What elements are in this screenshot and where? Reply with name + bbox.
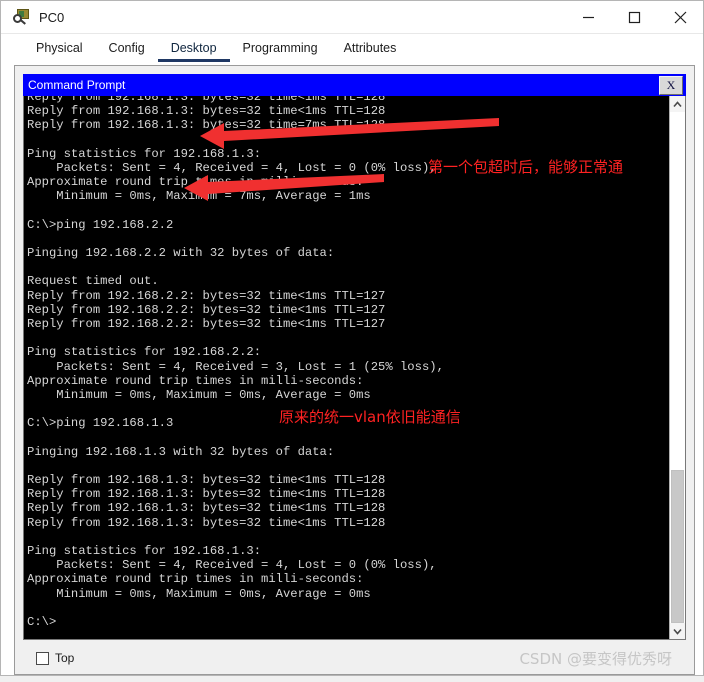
top-checkbox-label: Top — [55, 651, 75, 665]
tab-desktop[interactable]: Desktop — [157, 41, 230, 62]
terminal-line: C:\> — [27, 614, 57, 629]
scroll-down-icon[interactable] — [670, 623, 685, 639]
terminal-line: Reply from 192.168.2.2: bytes=32 time<1m… — [27, 288, 386, 303]
terminal-line: Minimum = 0ms, Maximum = 7ms, Average = … — [27, 189, 371, 204]
terminal-line: Reply from 192.168.2.2: bytes=32 time<1m… — [27, 302, 386, 317]
minimize-icon[interactable] — [565, 1, 611, 33]
command-prompt-titlebar: Command Prompt X — [23, 74, 686, 96]
packet-tracer-pc-icon — [13, 8, 31, 26]
tab-programming[interactable]: Programming — [230, 41, 331, 63]
terminal-line: Packets: Sent = 4, Received = 4, Lost = … — [27, 160, 437, 175]
terminal-line: Minimum = 0ms, Maximum = 0ms, Average = … — [27, 586, 371, 601]
terminal-line: Reply from 192.168.1.3: bytes=32 time<1m… — [27, 96, 386, 104]
screenshot-root: PC0 Physical Config Desktop Programming … — [0, 0, 704, 682]
terminal-line: Reply from 192.168.2.2: bytes=32 time<1m… — [27, 317, 386, 331]
pc0-window: PC0 Physical Config Desktop Programming … — [0, 0, 704, 676]
maximize-icon[interactable] — [611, 1, 657, 33]
terminal-line: Ping statistics for 192.168.1.3: — [27, 544, 262, 558]
tab-bar: Physical Config Desktop Programming Attr… — [1, 34, 703, 62]
tab-config[interactable]: Config — [96, 41, 158, 63]
scrollbar-thumb[interactable] — [671, 469, 684, 623]
window-title: PC0 — [39, 9, 65, 25]
terminal-line: Reply from 192.168.1.3: bytes=32 time<1m… — [27, 473, 386, 488]
terminal-line: Packets: Sent = 4, Received = 4, Lost = … — [27, 558, 437, 573]
terminal-line: Pinging 192.168.1.3 with 32 bytes of dat… — [27, 444, 335, 459]
command-prompt-title: Command Prompt — [28, 78, 126, 92]
window-titlebar: PC0 — [1, 1, 703, 34]
terminal-line: Approximate round trip times in milli-se… — [27, 175, 364, 190]
command-prompt-close-button[interactable]: X — [659, 75, 683, 95]
terminal-line: Request timed out. — [27, 274, 159, 289]
terminal-line: Ping statistics for 192.168.1.3: — [27, 146, 262, 161]
terminal-line: C:\>ping 192.168.2.2 — [27, 217, 174, 232]
terminal-line-list: Reply from 192.168.1.3: bytes=32 time<1m… — [27, 96, 669, 629]
terminal-line: Ping statistics for 192.168.2.2: — [27, 345, 262, 360]
terminal-area: Reply from 192.168.1.3: bytes=32 time<1m… — [23, 96, 686, 640]
terminal-line: Reply from 192.168.1.3: bytes=32 time<1m… — [27, 104, 386, 119]
terminal-line: Reply from 192.168.1.3: bytes=32 time<1m… — [27, 501, 386, 516]
terminal-line: Approximate round trip times in milli-se… — [27, 373, 364, 388]
tab-attributes[interactable]: Attributes — [331, 41, 410, 63]
scrollbar-track[interactable] — [670, 112, 685, 623]
scroll-up-icon[interactable] — [670, 96, 685, 112]
close-icon[interactable] — [657, 1, 703, 33]
terminal-line: Reply from 192.168.1.3: bytes=32 time=7m… — [27, 118, 386, 133]
terminal-line: Reply from 192.168.1.3: bytes=32 time<1m… — [27, 515, 386, 530]
terminal-line: C:\>ping 192.168.1.3 — [27, 416, 174, 431]
command-prompt-window: Command Prompt X Reply from 192.168.1.3:… — [23, 74, 686, 640]
desktop-panel: Command Prompt X Reply from 192.168.1.3:… — [14, 65, 695, 675]
csdn-watermark: CSDN @要变得优秀呀 — [519, 649, 672, 668]
tab-physical[interactable]: Physical — [23, 41, 96, 63]
terminal-line: Pinging 192.168.2.2 with 32 bytes of dat… — [27, 246, 335, 261]
terminal-scrollbar[interactable] — [669, 96, 685, 639]
panel-footer: Top CSDN @要变得优秀呀 — [23, 642, 686, 674]
top-checkbox[interactable] — [36, 651, 49, 665]
terminal-line: Minimum = 0ms, Maximum = 0ms, Average = … — [27, 387, 371, 402]
window-controls — [565, 1, 703, 33]
terminal-line: Reply from 192.168.1.3: bytes=32 time<1m… — [27, 487, 386, 502]
terminal-line: Packets: Sent = 4, Received = 3, Lost = … — [27, 359, 444, 374]
terminal-line: Approximate round trip times in milli-se… — [27, 572, 364, 587]
terminal-output[interactable]: Reply from 192.168.1.3: bytes=32 time<1m… — [24, 96, 669, 639]
